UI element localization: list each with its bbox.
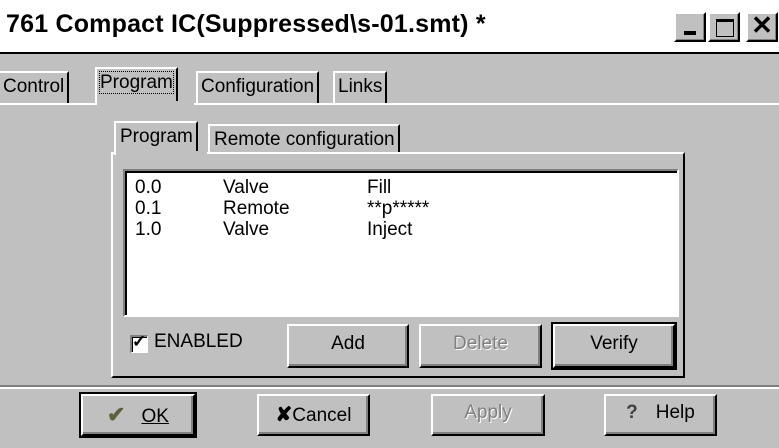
tab-configuration[interactable]: Configuration bbox=[196, 71, 320, 103]
inner-tab-program[interactable]: Program bbox=[114, 121, 198, 155]
list-item[interactable]: 0.0 Valve Fill bbox=[135, 177, 655, 199]
active-inner-tab-gap bbox=[116, 151, 207, 155]
inner-tab-label: Program bbox=[120, 126, 193, 147]
minimize-button[interactable] bbox=[674, 12, 706, 42]
enabled-checkbox[interactable]: ✓ bbox=[130, 332, 148, 353]
enabled-label[interactable]: ENABLED bbox=[154, 331, 243, 353]
list-item[interactable]: 0.1 Remote **p***** bbox=[135, 198, 655, 220]
apply-label: Apply bbox=[464, 402, 512, 423]
step-device: Valve bbox=[223, 219, 270, 240]
delete-label: Delete bbox=[453, 333, 508, 354]
step-time: 0.0 bbox=[135, 177, 162, 198]
active-tab-gap bbox=[97, 101, 194, 105]
verify-label: Verify bbox=[590, 333, 638, 354]
tab-label: Program bbox=[99, 71, 174, 94]
ok-label: OK bbox=[141, 406, 169, 427]
tab-label: Links bbox=[338, 76, 383, 97]
step-action: Fill bbox=[367, 177, 392, 198]
close-icon: ✕ bbox=[751, 10, 773, 40]
maximize-icon bbox=[710, 14, 738, 40]
step-time: 1.0 bbox=[135, 219, 162, 240]
list-item[interactable]: 1.0 Valve Inject bbox=[135, 219, 655, 241]
help-label: Help bbox=[655, 402, 695, 423]
title-bar[interactable]: 761 Compact IC(Suppressed\s-01.smt) * ✕ bbox=[0, 0, 779, 54]
add-label: Add bbox=[331, 333, 365, 354]
question-icon: ? bbox=[626, 402, 638, 423]
help-button[interactable]: ? Help bbox=[604, 394, 717, 436]
window-title: 761 Compact IC(Suppressed\s-01.smt) * bbox=[6, 10, 486, 38]
step-action: Inject bbox=[367, 219, 413, 240]
footer-divider-highlight bbox=[0, 387, 779, 389]
tab-label: Control bbox=[3, 76, 65, 97]
maximize-button[interactable] bbox=[708, 12, 740, 42]
minimize-icon bbox=[676, 14, 704, 40]
inner-tab-label: Remote configuration bbox=[214, 129, 395, 150]
close-button[interactable]: ✕ bbox=[746, 10, 778, 42]
step-device: Valve bbox=[223, 177, 270, 198]
step-time: 0.1 bbox=[135, 198, 162, 219]
tab-label: Configuration bbox=[201, 76, 315, 97]
step-action: **p***** bbox=[367, 198, 430, 219]
ok-button[interactable]: ✔ OK bbox=[79, 392, 197, 438]
delete-button[interactable]: Delete bbox=[419, 324, 542, 368]
step-device: Remote bbox=[223, 198, 290, 219]
tab-links[interactable]: Links bbox=[333, 71, 388, 103]
inner-tab-remote-configuration[interactable]: Remote configuration bbox=[208, 124, 400, 154]
program-list[interactable]: 0.0 Valve Fill 0.1 Remote **p***** 1.0 V… bbox=[123, 169, 679, 317]
checkmark-icon: ✔ bbox=[107, 402, 126, 427]
tab-program[interactable]: Program bbox=[95, 67, 178, 105]
verify-button[interactable]: Verify bbox=[551, 322, 677, 370]
cancel-x-icon: ✘ bbox=[275, 404, 293, 426]
cancel-label: Cancel bbox=[292, 405, 352, 426]
tab-control[interactable]: Control bbox=[0, 71, 70, 103]
apply-button[interactable]: Apply bbox=[431, 394, 545, 436]
cancel-button[interactable]: ✘Cancel bbox=[257, 394, 370, 436]
checkmark-icon: ✓ bbox=[132, 332, 147, 351]
add-button[interactable]: Add bbox=[287, 324, 409, 368]
